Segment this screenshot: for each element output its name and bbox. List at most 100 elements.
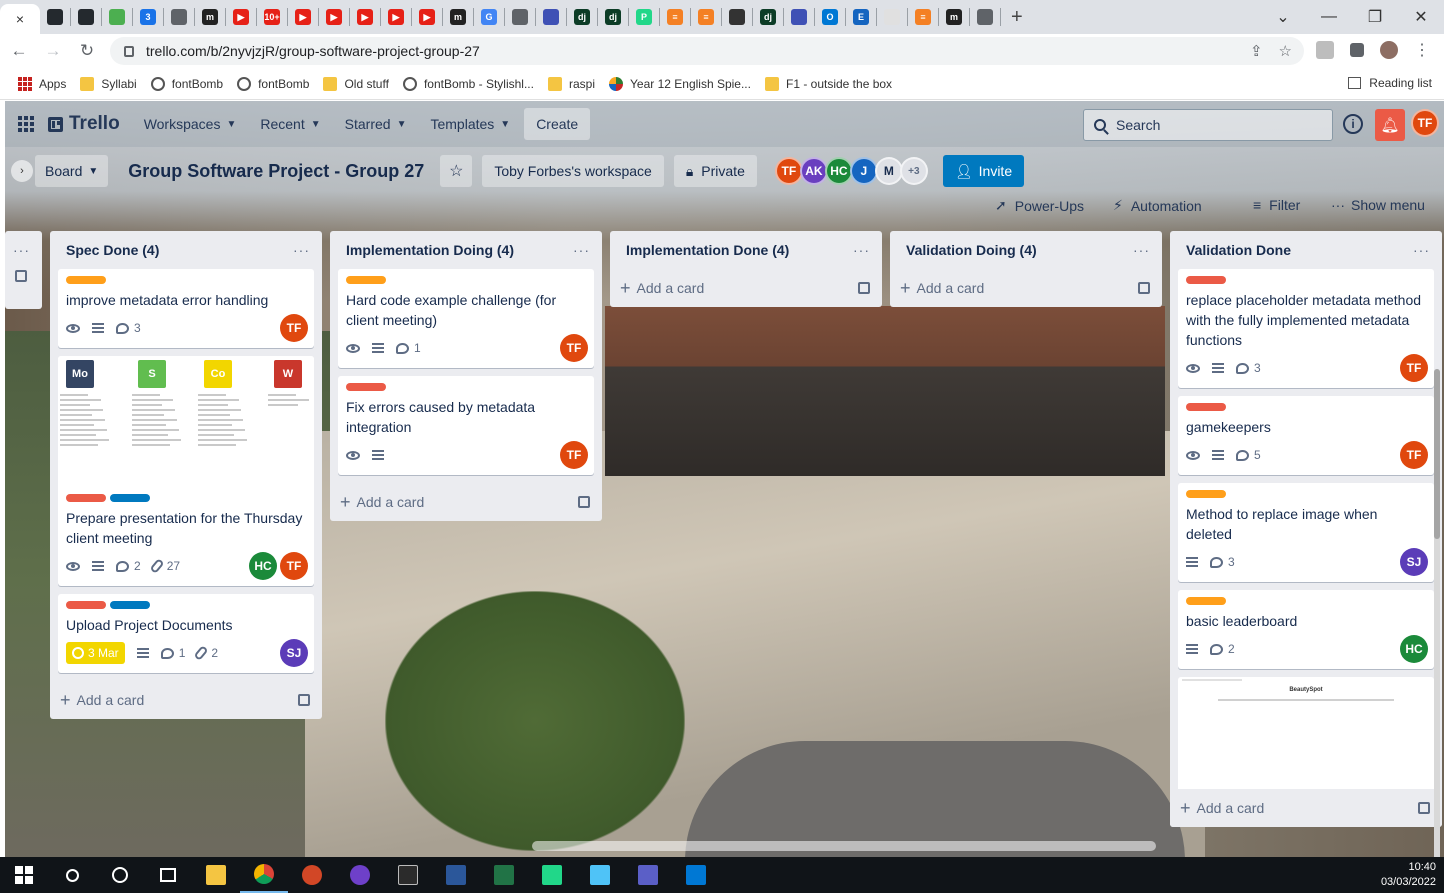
stackoverflow-icon[interactable]: ≡ [915, 9, 931, 25]
card-member-avatar[interactable]: TF [280, 552, 308, 580]
youtube-icon[interactable]: ▶ [357, 9, 373, 25]
card-label[interactable] [346, 383, 386, 391]
card-title[interactable]: improve metadata error handling [66, 290, 306, 310]
invite-button[interactable]: 👤︎ Invite [942, 155, 1025, 187]
sidebar-expand-icon[interactable]: › [11, 160, 33, 182]
card-member-avatar[interactable]: TF [560, 334, 588, 362]
board-view-switcher[interactable]: Board ▼ [35, 155, 109, 187]
bookmark-7[interactable]: raspi [547, 76, 595, 91]
list-header[interactable]: Spec Done (4) ··· [50, 231, 322, 269]
outlook-icon[interactable]: O [822, 9, 838, 25]
add-card-button[interactable]: + Add a card [1170, 789, 1442, 827]
automation-button[interactable]: ⚡︎ Automation [1113, 197, 1202, 214]
medium-icon[interactable]: m [202, 9, 218, 25]
card[interactable]: replace placeholder metadata method with… [1178, 269, 1434, 388]
user-avatar[interactable]: TF [1411, 109, 1439, 137]
share-icon[interactable]: ⇪ [1250, 42, 1263, 60]
tab-search-button[interactable]: ⌄ [1260, 0, 1306, 34]
bookmark-9[interactable]: F1 - outside the box [764, 76, 892, 91]
star-board-icon[interactable]: ☆ [440, 155, 473, 187]
globe-icon[interactable] [512, 9, 528, 25]
card-label[interactable] [110, 494, 150, 502]
card-template-icon[interactable] [1138, 282, 1150, 294]
list-header[interactable]: Implementation Done (4) ··· [610, 231, 882, 269]
terminal-button[interactable] [384, 857, 432, 893]
restore-button[interactable]: ❐ [1352, 0, 1398, 34]
excel-button[interactable] [480, 857, 528, 893]
list-menu-icon[interactable]: ··· [1413, 242, 1430, 258]
trello-logo[interactable]: Trello [48, 113, 120, 135]
blank-page-icon[interactable] [884, 9, 900, 25]
start-button[interactable] [0, 857, 48, 893]
card-title[interactable]: Hard code example challenge (for client … [346, 290, 586, 330]
add-card-link[interactable]: + Add a card [1180, 798, 1264, 819]
add-card-button[interactable]: + Add a card [330, 483, 602, 521]
django-icon[interactable]: dj [605, 9, 621, 25]
card-label[interactable] [66, 276, 106, 284]
bookmark-star-icon[interactable]: ☆ [1279, 42, 1292, 60]
settings-icon[interactable] [791, 9, 807, 25]
pycharm-icon[interactable]: P [636, 9, 652, 25]
reload-icon[interactable]: ↻ [72, 36, 102, 66]
card-template-icon[interactable] [858, 282, 870, 294]
taskbar-search-button[interactable] [48, 857, 96, 893]
globe-icon[interactable] [171, 9, 187, 25]
card[interactable]: gamekeepers 5 TF [1178, 396, 1434, 475]
card-title[interactable]: Fix errors caused by metadata integratio… [346, 397, 586, 437]
youtube-icon[interactable]: ▶ [388, 9, 404, 25]
add-card-link[interactable]: + Add a card [900, 278, 984, 299]
list-menu-icon[interactable]: ··· [1133, 242, 1150, 258]
bookmark-5[interactable]: Old stuff [323, 76, 389, 91]
visibility-button[interactable]: 🔒︎ Private [673, 155, 757, 187]
card-label[interactable] [110, 601, 150, 609]
member-avatar[interactable]: M [874, 157, 903, 185]
card-member-avatar[interactable]: HC [249, 552, 277, 580]
nav-workspaces[interactable]: Workspaces ▼ [134, 108, 247, 140]
card-labels[interactable] [1186, 276, 1426, 284]
app-switcher-icon[interactable] [18, 116, 34, 132]
card-label[interactable] [1186, 403, 1226, 411]
bookmark-1[interactable]: Apps [18, 76, 66, 91]
bookmark-4[interactable]: fontBomb [237, 76, 309, 91]
browser-menu-icon[interactable]: ⋮ [1414, 40, 1430, 60]
forward-arrow-icon[interactable]: → [38, 36, 68, 66]
youtube-icon[interactable]: ▶ [233, 9, 249, 25]
info-icon[interactable]: i [1343, 114, 1363, 134]
board-title[interactable]: Group Software Project - Group 27 [128, 161, 424, 182]
card-label[interactable] [66, 494, 106, 502]
stackoverflow-icon[interactable]: ≡ [667, 9, 683, 25]
card-labels[interactable] [1186, 490, 1426, 498]
add-card-button[interactable]: + Add a card [890, 269, 1162, 307]
pycharm-button[interactable] [528, 857, 576, 893]
add-card-link[interactable]: + Add a card [340, 492, 424, 513]
card-title[interactable]: Upload Project Documents [66, 615, 306, 635]
task-view-button[interactable] [144, 857, 192, 893]
list-header[interactable]: Implementation Doing (4) ··· [330, 231, 602, 269]
card[interactable]: Fix errors caused by metadata integratio… [338, 376, 594, 475]
card-member-avatar[interactable]: TF [1400, 441, 1428, 469]
add-card-button[interactable]: + Add a card [610, 269, 882, 307]
github-icon[interactable] [47, 9, 63, 25]
list-title[interactable]: Implementation Done (4) [626, 242, 789, 258]
list-header[interactable]: Validation Doing (4) ··· [890, 231, 1162, 269]
card-template-icon[interactable] [15, 270, 27, 282]
django-icon[interactable]: dj [760, 9, 776, 25]
card-member-avatar[interactable]: SJ [280, 639, 308, 667]
card-labels[interactable] [346, 276, 586, 284]
bookmark-2[interactable]: Syllabi [80, 76, 137, 91]
card-title[interactable]: replace placeholder metadata method with… [1186, 290, 1426, 350]
member-avatar[interactable]: TF [774, 157, 803, 185]
card[interactable]: Mo S Co W Prepare presentation for the Thurs… [58, 356, 314, 586]
card[interactable]: Hard code example challenge (for client … [338, 269, 594, 368]
globe-icon[interactable] [977, 9, 993, 25]
card-label[interactable] [66, 601, 106, 609]
card-label[interactable] [1186, 276, 1226, 284]
card-labels[interactable] [1186, 403, 1426, 411]
card-cover-image[interactable]: BeautySpot [1178, 677, 1434, 801]
close-window-button[interactable]: ✕ [1398, 0, 1444, 34]
powerpoint-button[interactable] [288, 857, 336, 893]
chrome-icon[interactable] [109, 9, 125, 25]
add-card-button[interactable]: + Add a card [50, 681, 322, 719]
card-labels[interactable] [1186, 597, 1426, 605]
e-icon[interactable]: E [853, 9, 869, 25]
